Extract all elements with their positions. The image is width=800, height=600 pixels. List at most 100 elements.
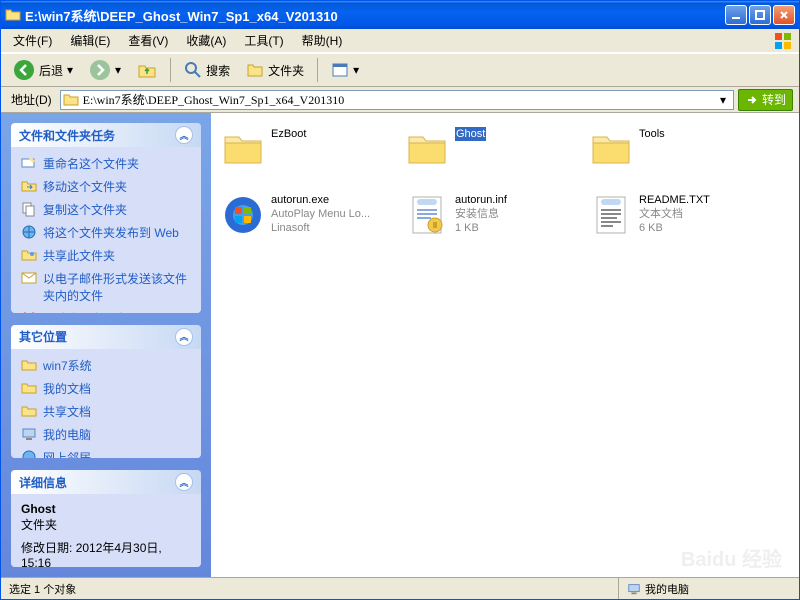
delete-icon (21, 310, 37, 313)
up-button[interactable] (131, 57, 163, 83)
detail-name: Ghost (21, 502, 191, 516)
status-location: 我的电脑 (619, 578, 799, 599)
task-publish-web[interactable]: 将这个文件夹发布到 Web (21, 224, 191, 241)
panel-header[interactable]: 详细信息 ︽ (11, 470, 201, 494)
titlebar[interactable]: E:\win7系统\DEEP_Ghost_Win7_Sp1_x64_V20131… (1, 1, 799, 29)
address-label: 地址(D) (7, 91, 56, 108)
menu-view[interactable]: 查看(V) (122, 30, 174, 51)
details-panel: 详细信息 ︽ Ghost 文件夹 修改日期: 2012年4月30日, 15:16 (11, 470, 201, 567)
detail-type: 文件夹 (21, 516, 191, 533)
task-delete[interactable]: 删除这个文件夹 (21, 310, 191, 313)
task-email[interactable]: 以电子邮件形式发送该文件夹内的文件 (21, 270, 191, 304)
detail-mod: 修改日期: 2012年4月30日, 15:16 (21, 539, 191, 567)
views-icon (331, 61, 349, 79)
file-meta: EzBoot (271, 127, 306, 141)
folder-icon (63, 92, 79, 108)
place-documents[interactable]: 我的文档 (21, 380, 191, 397)
task-move[interactable]: 移动这个文件夹 (21, 178, 191, 195)
task-share[interactable]: 共享此文件夹 (21, 247, 191, 264)
collapse-icon[interactable]: ︽ (175, 328, 193, 346)
chevron-down-icon: ▾ (67, 63, 73, 77)
rename-icon (21, 155, 37, 171)
network-icon (21, 449, 37, 458)
file-name: autorun.exe (271, 193, 370, 207)
panel-title: 文件和文件夹任务 (19, 127, 115, 144)
panel-body: 重命名这个文件夹 移动这个文件夹 复制这个文件夹 将这个文件夹发布到 Web 共… (11, 147, 201, 313)
share-icon (21, 247, 37, 263)
file-list[interactable]: EzBoot Ghost Tools autorun.exeAutoPlay Menu… (211, 113, 799, 577)
panel-body: win7系统 我的文档 共享文档 我的电脑 网上邻居 (11, 349, 201, 458)
folders-label: 文件夹 (268, 62, 304, 79)
task-copy[interactable]: 复制这个文件夹 (21, 201, 191, 218)
collapse-icon[interactable]: ︽ (175, 126, 193, 144)
window-buttons (725, 5, 795, 25)
file-meta: autorun.exeAutoPlay Menu Lo...Linasoft (271, 193, 370, 235)
minimize-button[interactable] (725, 5, 747, 25)
email-icon (21, 270, 37, 286)
panel-header[interactable]: 其它位置 ︽ (11, 325, 201, 349)
file-item[interactable]: autorun.exeAutoPlay Menu Lo...Linasoft (221, 193, 391, 249)
menu-edit[interactable]: 编辑(E) (64, 30, 116, 51)
folder-icon (5, 7, 21, 23)
content-area: 文件和文件夹任务 ︽ 重命名这个文件夹 移动这个文件夹 复制这个文件夹 将这个文… (1, 113, 799, 577)
computer-icon (21, 426, 37, 442)
explorer-window: E:\win7系统\DEEP_Ghost_Win7_Sp1_x64_V20131… (0, 0, 800, 600)
forward-button[interactable]: ▾ (83, 57, 127, 83)
menu-favorites[interactable]: 收藏(A) (180, 30, 232, 51)
panel-title: 其它位置 (19, 328, 67, 345)
file-meta: Ghost (455, 127, 486, 141)
menu-tools[interactable]: 工具(T) (238, 30, 289, 51)
search-label: 搜索 (206, 62, 230, 79)
panel-body: Ghost 文件夹 修改日期: 2012年4月30日, 15:16 (11, 494, 201, 567)
place-shared[interactable]: 共享文档 (21, 403, 191, 420)
panel-header[interactable]: 文件和文件夹任务 ︽ (11, 123, 201, 147)
address-input[interactable]: E:\win7系统\DEEP_Ghost_Win7_Sp1_x64_V20131… (60, 90, 734, 110)
file-item[interactable]: EzBoot (221, 127, 391, 183)
separator (170, 58, 171, 82)
file-line3: 6 KB (639, 221, 710, 235)
file-line2: 安装信息 (455, 207, 507, 221)
place-parent[interactable]: win7系统 (21, 357, 191, 374)
collapse-icon[interactable]: ︽ (175, 473, 193, 491)
file-line3: 1 KB (455, 221, 507, 235)
menu-file[interactable]: 文件(F) (7, 30, 58, 51)
search-icon (184, 61, 202, 79)
file-meta: README.TXT文本文档6 KB (639, 193, 710, 235)
close-button[interactable] (773, 5, 795, 25)
go-button[interactable]: 转到 (738, 89, 793, 111)
folder-icon (221, 127, 265, 171)
search-button[interactable]: 搜索 (178, 57, 236, 83)
go-label: 转到 (762, 91, 786, 108)
copy-icon (21, 201, 37, 217)
txt-icon (589, 193, 633, 237)
views-button[interactable]: ▾ (325, 57, 365, 83)
task-rename[interactable]: 重命名这个文件夹 (21, 155, 191, 172)
maximize-button[interactable] (749, 5, 771, 25)
chevron-down-icon: ▾ (353, 63, 359, 77)
file-item[interactable]: README.TXT文本文档6 KB (589, 193, 759, 249)
file-tasks-panel: 文件和文件夹任务 ︽ 重命名这个文件夹 移动这个文件夹 复制这个文件夹 将这个文… (11, 123, 201, 313)
back-button[interactable]: 后退 ▾ (7, 57, 79, 83)
address-dropdown-button[interactable]: ▾ (715, 91, 731, 109)
folders-button[interactable]: 文件夹 (240, 57, 310, 83)
shared-folder-icon (21, 403, 37, 419)
place-network[interactable]: 网上邻居 (21, 449, 191, 458)
file-name: autorun.inf (455, 193, 507, 207)
file-item[interactable]: autorun.inf安装信息1 KB (405, 193, 575, 249)
file-name: Ghost (455, 127, 486, 141)
menu-help[interactable]: 帮助(H) (296, 30, 349, 51)
file-meta: autorun.inf安装信息1 KB (455, 193, 507, 235)
file-item[interactable]: Ghost (405, 127, 575, 183)
address-bar: 地址(D) E:\win7系统\DEEP_Ghost_Win7_Sp1_x64_… (1, 87, 799, 113)
other-places-panel: 其它位置 ︽ win7系统 我的文档 共享文档 我的电脑 网上邻居 (11, 325, 201, 458)
toolbar: 后退 ▾ ▾ 搜索 文件夹 ▾ (1, 53, 799, 87)
menubar: 文件(F) 编辑(E) 查看(V) 收藏(A) 工具(T) 帮助(H) (1, 29, 799, 53)
place-computer[interactable]: 我的电脑 (21, 426, 191, 443)
folders-icon (246, 61, 264, 79)
file-item[interactable]: Tools (589, 127, 759, 183)
statusbar: 选定 1 个对象 我的电脑 (1, 577, 799, 599)
forward-icon (89, 59, 111, 81)
folder-icon (589, 127, 633, 171)
folder-up-icon (137, 60, 157, 80)
file-name: EzBoot (271, 127, 306, 141)
